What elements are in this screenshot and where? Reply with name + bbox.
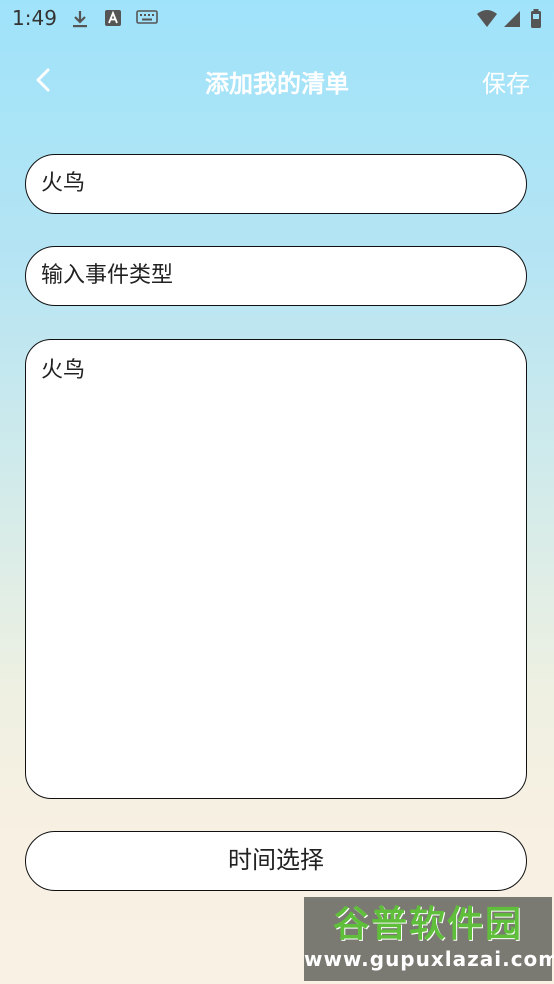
font-a-icon	[105, 10, 121, 26]
page-title: 添加我的清单	[205, 70, 349, 98]
name-input[interactable]: 火鸟	[25, 154, 527, 214]
event-type-input[interactable]: 输入事件类型	[25, 246, 527, 306]
download-icon	[73, 11, 87, 28]
signal-icon	[504, 11, 520, 27]
content-textarea[interactable]: 火鸟	[25, 339, 527, 799]
battery-icon	[531, 9, 541, 28]
keyboard-icon	[136, 10, 158, 24]
watermark-url: www.gupuxlazai.com	[304, 947, 554, 971]
status-time: 1:49	[12, 6, 57, 30]
watermark-logo: 谷普软件园	[332, 904, 523, 945]
status-bar: 1:49	[0, 0, 554, 38]
content-textarea-value: 火鸟	[41, 358, 86, 383]
name-input-value: 火鸟	[41, 171, 86, 196]
app-bar: 添加我的清单 保存	[0, 50, 554, 110]
time-select-button[interactable]: 时间选择	[25, 831, 527, 891]
event-type-placeholder: 输入事件类型	[41, 263, 174, 288]
watermark: 谷普软件园 www.gupuxlazai.com	[304, 897, 554, 981]
wifi-icon	[477, 10, 497, 27]
save-button[interactable]: 保存	[482, 64, 530, 99]
